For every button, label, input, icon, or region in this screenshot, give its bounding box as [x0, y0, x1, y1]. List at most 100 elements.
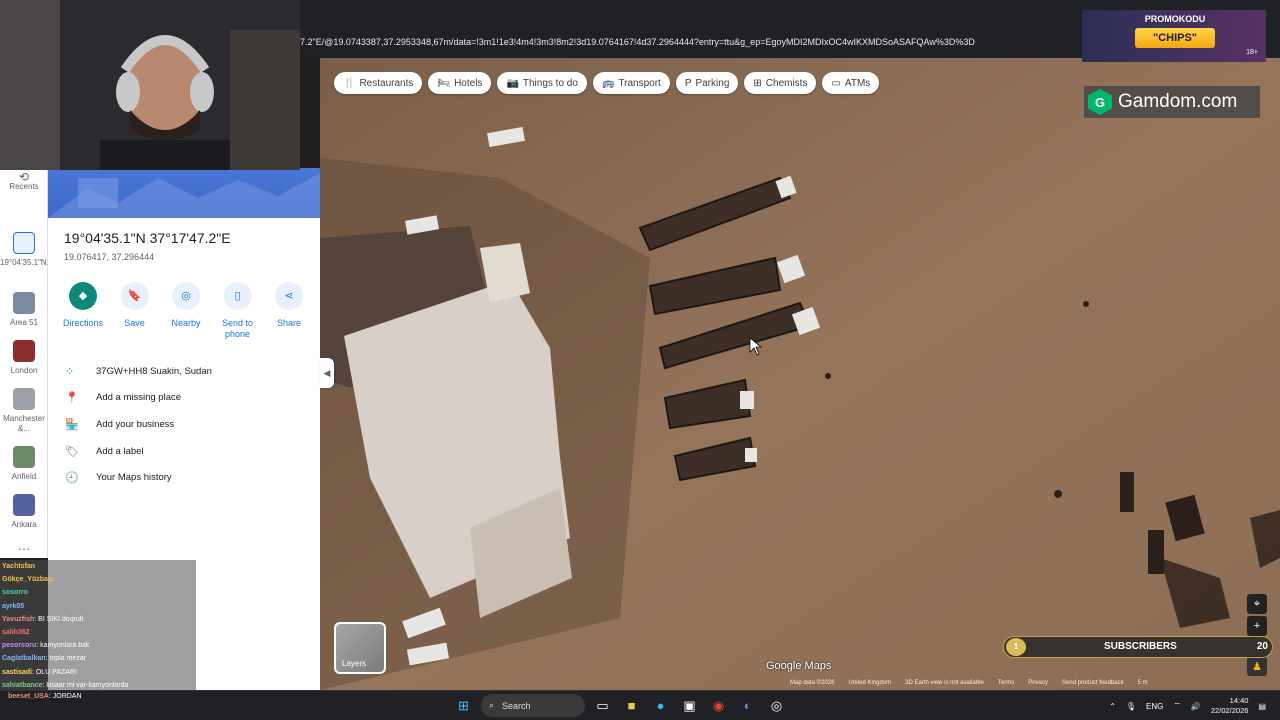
- windows-taskbar: beeset_USA: JORDAN ⊞ ⌕ Search ▭ ■ ● ▣ ◉ ◐…: [0, 690, 1280, 720]
- rail-item-ankara[interactable]: Ankara: [0, 494, 48, 530]
- obs-button[interactable]: ◎: [765, 694, 788, 717]
- taskbar-apps: ⊞ ⌕ Search ▭ ■ ● ▣ ◉ ◐ ◎: [452, 694, 788, 717]
- add-missing-place-row[interactable]: 📍 Add a missing place: [62, 385, 312, 412]
- zoom-in-button[interactable]: +: [1247, 616, 1267, 636]
- store-button[interactable]: ▣: [678, 694, 701, 717]
- rail-item-anfield[interactable]: Anfield: [0, 446, 48, 482]
- plus-code-icon: ⁘: [65, 365, 75, 378]
- chat-user: ayrk05: [2, 602, 25, 610]
- chat-text: : topla mezar: [45, 655, 87, 663]
- recents-label: Recents: [9, 182, 39, 191]
- rail-item-london[interactable]: London: [0, 340, 48, 376]
- promo-banner: PROMOKODU "CHIPS" 18+: [1082, 10, 1266, 62]
- chevron-up-icon[interactable]: ⌃: [1109, 702, 1116, 711]
- share-button[interactable]: ⋖ Share: [264, 282, 314, 340]
- terms-link[interactable]: Terms: [998, 680, 1014, 690]
- scale-label: 5 m: [1137, 680, 1148, 686]
- add-place-icon: 📍: [65, 392, 79, 405]
- action-label: Send to phone: [221, 318, 254, 339]
- chip-things-to-do[interactable]: 📷 Things to do: [497, 72, 587, 94]
- satellite-imagery: [320, 58, 1280, 690]
- anfield-thumb: [13, 446, 35, 468]
- start-button[interactable]: ⊞: [452, 694, 475, 717]
- hero-illustration: [48, 173, 320, 218]
- rail-label: Manchester &...: [3, 414, 45, 433]
- file-explorer-button[interactable]: ■: [620, 694, 643, 717]
- hotel-icon: 🛏: [437, 77, 451, 89]
- chip-parking[interactable]: P Parking: [675, 72, 739, 94]
- gamdom-text: Gamdom.com: [1118, 91, 1238, 112]
- chat-message: sosorro: [0, 586, 196, 599]
- chip-transport[interactable]: 🚌 Transport: [592, 72, 670, 94]
- chat-user: Yavuzfish: [2, 615, 35, 623]
- chrome-button[interactable]: ◉: [707, 694, 730, 717]
- row-label: Your Maps history: [96, 472, 172, 484]
- rail-item-coords[interactable]: 19°04'35.1"N...: [0, 232, 53, 268]
- rail-label: Ankara: [11, 520, 37, 529]
- layers-button[interactable]: Layers: [334, 622, 386, 674]
- satellite-map[interactable]: 🍴 Restaurants 🛏 Hotels 📷 Things to do 🚌 Tran…: [320, 58, 1280, 690]
- place-hero-image: [48, 168, 320, 218]
- share-icon: ⋖: [275, 282, 303, 310]
- add-label-row[interactable]: 🏷 Add a label: [62, 438, 312, 465]
- chip-hotels[interactable]: 🛏 Hotels: [428, 72, 492, 94]
- chip-chemists[interactable]: ⊞ Chemists: [744, 72, 817, 94]
- chip-restaurants[interactable]: 🍴 Restaurants: [334, 72, 423, 94]
- action-label: Nearby: [171, 318, 201, 328]
- subscriber-goal-bar: 1 SUBSCRIBERS 20: [1003, 636, 1273, 658]
- chat-message-last: beeset_USA: JORDAN: [0, 691, 300, 703]
- add-business-row[interactable]: 🏪 Add your business: [62, 411, 312, 438]
- row-label: 37GW+HH8 Suakin, Sudan: [96, 365, 212, 377]
- camera-icon: 📷: [506, 77, 519, 89]
- nearby-button[interactable]: ◎ Nearby: [161, 282, 211, 340]
- row-label: Add a missing place: [96, 392, 182, 404]
- language-indicator[interactable]: ENG: [1146, 702, 1163, 711]
- send-to-phone-button[interactable]: ▯ Send to phone: [213, 282, 263, 340]
- plus-code-row[interactable]: ⁘ 37GW+HH8 Suakin, Sudan: [62, 358, 312, 385]
- save-button[interactable]: 🔖 Save: [110, 282, 160, 340]
- area51-thumb: [13, 292, 35, 314]
- maps-history-row[interactable]: 🕘 Your Maps history: [62, 464, 312, 491]
- notification-icon[interactable]: ▤: [1258, 702, 1266, 711]
- task-view-button[interactable]: ▭: [591, 694, 614, 717]
- rail-item-area51[interactable]: Area 51: [0, 292, 48, 328]
- nearby-icon: ◎: [172, 282, 200, 310]
- subscriber-label: SUBSCRIBERS: [1104, 641, 1177, 652]
- chat-user: Caglatbalkan: [2, 655, 46, 663]
- mic-icon[interactable]: 🎙: [1126, 702, 1136, 711]
- chat-text: : JORDAN: [48, 693, 82, 700]
- collapse-panel-button[interactable]: ◀: [320, 358, 334, 388]
- privacy-link[interactable]: Privacy: [1028, 680, 1048, 690]
- chat-user: salih362: [2, 628, 30, 636]
- address-bar[interactable]: 7.2"E/@19.0743387,37.2953348,67m/data=!3…: [300, 33, 1080, 51]
- wifi-icon[interactable]: ⌔: [1173, 701, 1181, 711]
- clock[interactable]: 14:40 22/02/2026: [1211, 696, 1249, 716]
- streamer-video: [0, 0, 300, 170]
- recents-button[interactable]: ⟲ Recents: [0, 171, 48, 192]
- edge-button[interactable]: ●: [649, 694, 672, 717]
- my-location-button[interactable]: ⌖: [1247, 594, 1267, 614]
- rail-item-manchester[interactable]: Manchester &...: [0, 388, 48, 434]
- taskbar-search[interactable]: ⌕ Search: [481, 694, 585, 717]
- more-button[interactable]: ⋯: [0, 543, 48, 555]
- directions-icon: ◆: [69, 282, 97, 310]
- attribution-item: Map data ©2026: [790, 680, 835, 686]
- restaurant-icon: 🍴: [343, 77, 356, 89]
- decimal-coordinates[interactable]: 19.076417, 37.296444: [64, 252, 154, 262]
- pegman-button[interactable]: ♟: [1247, 656, 1267, 676]
- chat-message: Yavuzfish: BI SIKI doqrult: [0, 613, 196, 626]
- discord-icon: ◐: [743, 698, 752, 713]
- feedback-link[interactable]: Send product feedback: [1062, 680, 1124, 690]
- discord-button[interactable]: ◐: [736, 694, 759, 717]
- chat-user: Yachtsfan: [2, 563, 36, 570]
- atm-icon: ▭: [831, 77, 841, 89]
- chat-text: : BI SIKI doqrult: [34, 615, 84, 623]
- chat-user: beeset_USA: [8, 693, 49, 700]
- chevron-left-icon: ◀: [323, 367, 331, 378]
- chip-atms[interactable]: ▭ ATMs: [822, 72, 880, 94]
- bus-icon: 🚌: [601, 77, 615, 89]
- london-thumb: [13, 340, 35, 362]
- obs-icon: ◎: [770, 697, 783, 713]
- volume-icon[interactable]: 🔊: [1191, 702, 1201, 711]
- directions-button[interactable]: ◆ Directions: [58, 282, 108, 340]
